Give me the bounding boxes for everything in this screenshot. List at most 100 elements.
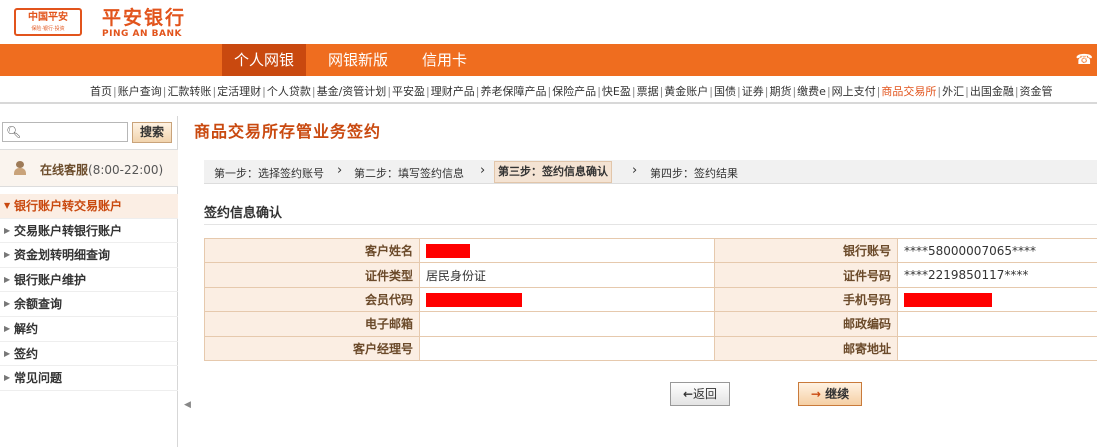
bank-account-label: 银行账号 <box>714 237 898 264</box>
sub-nav-item[interactable]: 个人贷款 <box>267 85 311 98</box>
brand: 平安银行 PING AN BANK <box>102 7 186 39</box>
sidebar-menu-item[interactable]: ▶ 解约 <box>0 317 178 342</box>
back-button[interactable]: ←返回 <box>670 382 730 406</box>
id-type-value: 居民身份证 <box>419 262 715 288</box>
sidebar-menu-item[interactable]: ▶ 银行账户维护 <box>0 268 178 293</box>
main-nav: 个人网银 网银新版 信用卡 ☎ <box>0 44 1097 76</box>
sub-nav-item[interactable]: 网上支付 <box>832 85 876 98</box>
caret-right-icon: ▶ <box>4 299 11 309</box>
member-code-label: 会员代码 <box>204 286 420 313</box>
caret-right-icon: ▶ <box>4 274 11 284</box>
mobile-number-value <box>897 286 1097 313</box>
sub-nav-item[interactable]: 汇款转账 <box>167 85 211 98</box>
caret-right-icon: ▶ <box>4 225 11 235</box>
caret-right-icon: ▶ <box>4 348 11 358</box>
sub-nav-item[interactable]: 黄金账户 <box>664 85 708 98</box>
pingan-logo[interactable]: 中国平安 保险·银行·投资 <box>14 8 82 36</box>
sub-nav-items: 首页|账户查询|汇款转账|定活理财|个人贷款|基金/资管计划|平安盈|理财产品|… <box>90 83 1053 99</box>
tab-new-online-banking[interactable]: 网银新版 <box>316 44 400 76</box>
sub-nav-item[interactable]: 平安盈 <box>392 85 425 98</box>
email-label: 电子邮箱 <box>204 311 420 337</box>
caret-right-icon: ▶ <box>4 323 11 333</box>
sidebar-collapse-handle[interactable]: ◀ <box>184 400 191 410</box>
sub-nav-item[interactable]: 国债 <box>714 85 736 98</box>
sub-nav-item[interactable]: 养老保障产品 <box>480 85 546 98</box>
continue-label: 继续 <box>825 387 850 401</box>
sidebar: 🔍︎ 搜索 在线客服(8:00-22:00) ▼ 银行账户转交易账户 ▶ 交易账户转银… <box>0 116 178 447</box>
table-row: 证件类型 居民身份证 证件号码 ****2219850117**** <box>204 262 1097 288</box>
search-button[interactable]: 搜索 <box>132 122 172 143</box>
sub-nav-item[interactable]: 出国金融 <box>970 85 1014 98</box>
sidebar-menu-item[interactable]: ▼ 银行账户转交易账户 <box>0 194 178 219</box>
customer-name-value <box>419 237 715 264</box>
id-number-label: 证件号码 <box>714 262 898 288</box>
chevron-right-icon: › <box>632 163 638 178</box>
search-box: 🔍︎ <box>2 122 128 142</box>
sidebar-menu-item[interactable]: ▶ 余额查询 <box>0 292 178 317</box>
brand-name-en: PING AN BANK <box>102 29 182 39</box>
online-service-label: 在线客服(8:00-22:00) <box>40 161 163 178</box>
signing-info-table: 客户姓名 银行账号 ****58000007065**** 证件类型 居民身份证… <box>204 237 1097 361</box>
sub-nav-item[interactable]: 资金管 <box>1020 85 1053 98</box>
postal-code-label: 邮政编码 <box>714 311 898 337</box>
sub-nav-item[interactable]: 期货 <box>769 85 791 98</box>
table-row: 客户姓名 银行账号 ****58000007065**** <box>204 237 1097 264</box>
sidebar-menu-label: 银行账户维护 <box>14 272 87 287</box>
table-row: 会员代码 手机号码 <box>204 286 1097 313</box>
sidebar-menu-label: 解约 <box>14 321 39 336</box>
postal-code-value <box>897 311 1097 337</box>
sidebar-menu-label: 签约 <box>14 346 39 361</box>
mailing-address-value <box>897 335 1097 361</box>
caret-right-icon: ▶ <box>4 250 11 260</box>
sub-nav-item[interactable]: 证券 <box>742 85 764 98</box>
phone-icon: ☎ <box>1075 52 1093 68</box>
step-4: 第四步：签约结果 <box>650 167 738 180</box>
sub-nav-item[interactable]: 外汇 <box>942 85 964 98</box>
customer-name-label: 客户姓名 <box>204 237 420 264</box>
sidebar-menu-item[interactable]: ▶ 资金划转明细查询 <box>0 243 178 268</box>
sub-nav-item[interactable]: 首页 <box>90 85 112 98</box>
sub-nav-item[interactable]: 快E盈 <box>602 85 631 98</box>
table-row: 客户经理号 邮寄地址 <box>204 335 1097 361</box>
logo-text: 中国平安 <box>28 12 68 23</box>
page-title: 商品交易所存管业务签约 <box>194 122 382 141</box>
service-hours: (8:00-22:00) <box>88 163 164 177</box>
caret-right-icon: ▶ <box>4 373 11 383</box>
sub-nav-item[interactable]: 定活理财 <box>217 85 261 98</box>
sub-nav-item[interactable]: 账户查询 <box>118 85 162 98</box>
sub-nav-item[interactable]: 理财产品 <box>431 85 475 98</box>
sidebar-menu-label: 常见问题 <box>14 371 63 386</box>
sub-nav: 首页|账户查询|汇款转账|定活理财|个人贷款|基金/资管计划|平安盈|理财产品|… <box>0 76 1097 104</box>
sidebar-menu-item[interactable]: ▶ 签约 <box>0 342 178 367</box>
back-label: 返回 <box>693 387 718 401</box>
tab-credit-card[interactable]: 信用卡 <box>410 44 479 76</box>
id-number-value: ****2219850117**** <box>897 262 1097 288</box>
sub-nav-item[interactable]: 票据 <box>637 85 659 98</box>
step-2: 第二步：填写签约信息 <box>354 167 464 180</box>
sidebar-menu-item[interactable]: ▶ 常见问题 <box>0 366 178 391</box>
table-row: 电子邮箱 邮政编码 <box>204 311 1097 337</box>
sub-nav-item[interactable]: 商品交易所 <box>881 85 936 98</box>
section-divider <box>204 224 1097 225</box>
header: 中国平安 保险·银行·投资 平安银行 PING AN BANK <box>0 0 1097 44</box>
customer-service-icon <box>14 161 26 175</box>
id-type-label: 证件类型 <box>204 262 420 288</box>
sub-nav-item[interactable]: 保险产品 <box>552 85 596 98</box>
bank-account-value: ****58000007065**** <box>897 237 1097 264</box>
sidebar-menu-item[interactable]: ▶ 交易账户转银行账户 <box>0 219 178 244</box>
mailing-address-label: 邮寄地址 <box>714 335 898 361</box>
online-service[interactable]: 在线客服(8:00-22:00) <box>0 149 178 187</box>
main-content: 商品交易所存管业务签约 第一步：选择签约账号 › 第二步：填写签约信息 › 第三… <box>192 116 1097 447</box>
logo-subtext: 保险·银行·投资 <box>31 26 65 32</box>
redaction-bar <box>904 292 992 307</box>
sub-nav-item[interactable]: 基金/资管计划 <box>317 85 387 98</box>
step-indicator: 第一步：选择签约账号 › 第二步：填写签约信息 › 第三步：签约信息确认 › 第… <box>204 160 1097 184</box>
sidebar-menu-label: 交易账户转银行账户 <box>14 223 123 238</box>
account-manager-label: 客户经理号 <box>204 335 420 361</box>
continue-button[interactable]: → 继续 <box>798 382 862 406</box>
step-3-current: 第三步：签约信息确认 <box>494 161 612 183</box>
tab-personal-banking[interactable]: 个人网银 <box>222 44 307 76</box>
sidebar-menu-label: 资金划转明细查询 <box>14 248 111 263</box>
sub-nav-item[interactable]: 缴费e <box>797 85 826 98</box>
search-input[interactable] <box>21 124 125 140</box>
